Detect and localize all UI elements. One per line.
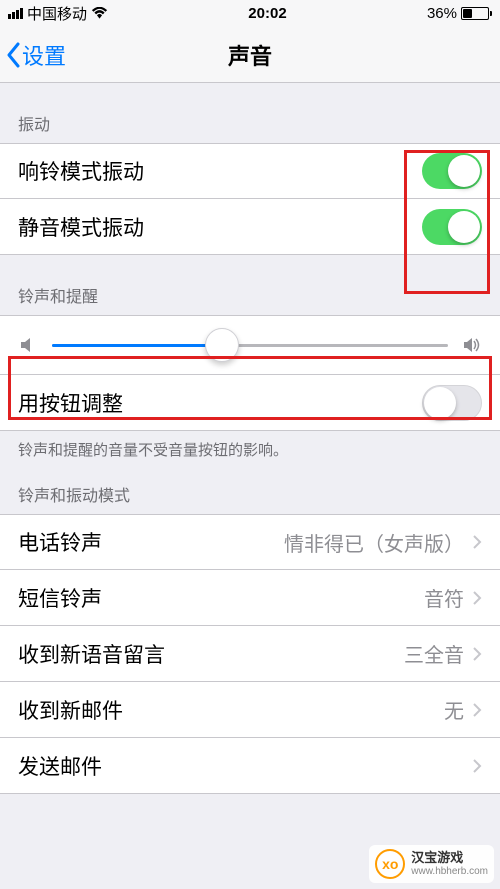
row-volume-slider[interactable] <box>0 315 500 375</box>
signal-icon <box>8 8 23 19</box>
section-header-patterns: 铃声和振动模式 <box>0 464 500 514</box>
row-label: 收到新邮件 <box>18 695 444 725</box>
row-label: 收到新语音留言 <box>18 639 404 669</box>
row-label: 短信铃声 <box>18 583 424 613</box>
row-value: 音符 <box>424 583 464 612</box>
speaker-low-icon <box>18 335 38 355</box>
watermark-url: www.hbherb.com <box>411 866 488 877</box>
back-button[interactable]: 设置 <box>0 39 66 71</box>
row-label: 静音模式振动 <box>18 212 422 242</box>
row-silent-vibrate[interactable]: 静音模式振动 <box>0 199 500 255</box>
watermark-logo-icon: xo <box>375 849 405 879</box>
wifi-icon <box>91 7 108 20</box>
row-ring-vibrate[interactable]: 响铃模式振动 <box>0 143 500 199</box>
row-new-mail[interactable]: 收到新邮件 无 <box>0 682 500 738</box>
toggle-ring-vibrate[interactable] <box>422 153 482 189</box>
status-time: 20:02 <box>248 5 286 22</box>
carrier-label: 中国移动 <box>27 3 87 24</box>
page-title: 声音 <box>0 39 500 71</box>
row-label: 用按钮调整 <box>18 388 422 418</box>
nav-bar: 设置 声音 <box>0 27 500 83</box>
row-value: 三全音 <box>404 639 464 668</box>
speaker-high-icon <box>462 335 482 355</box>
back-label: 设置 <box>22 39 66 71</box>
section-footer-ring-alert: 铃声和提醒的音量不受音量按钮的影响。 <box>0 431 500 464</box>
status-left: 中国移动 <box>8 3 108 24</box>
watermark: xo 汉宝游戏 www.hbherb.com <box>369 845 494 883</box>
section-header-vibration: 振动 <box>0 83 500 143</box>
chevron-right-icon <box>472 702 482 718</box>
row-text-tone[interactable]: 短信铃声 音符 <box>0 570 500 626</box>
row-label: 发送邮件 <box>18 751 464 781</box>
chevron-right-icon <box>472 758 482 774</box>
volume-slider[interactable] <box>52 344 448 347</box>
chevron-right-icon <box>472 534 482 550</box>
chevron-left-icon <box>6 42 22 68</box>
row-button-adjust[interactable]: 用按钮调整 <box>0 375 500 431</box>
row-new-voicemail[interactable]: 收到新语音留言 三全音 <box>0 626 500 682</box>
chevron-right-icon <box>472 590 482 606</box>
watermark-title: 汉宝游戏 <box>411 851 488 865</box>
row-value: 无 <box>444 695 464 724</box>
status-bar: 中国移动 20:02 36% <box>0 0 500 27</box>
row-label: 响铃模式振动 <box>18 156 422 186</box>
battery-percent: 36% <box>427 5 457 22</box>
toggle-silent-vibrate[interactable] <box>422 209 482 245</box>
row-value: 情非得已（女声版） <box>284 528 464 557</box>
section-header-ring-alert: 铃声和提醒 <box>0 255 500 315</box>
row-label: 电话铃声 <box>18 527 284 557</box>
status-right: 36% <box>427 5 492 22</box>
chevron-right-icon <box>472 646 482 662</box>
battery-icon <box>461 7 492 20</box>
row-sent-mail[interactable]: 发送邮件 <box>0 738 500 794</box>
toggle-button-adjust[interactable] <box>422 385 482 421</box>
row-phone-ringtone[interactable]: 电话铃声 情非得已（女声版） <box>0 514 500 570</box>
